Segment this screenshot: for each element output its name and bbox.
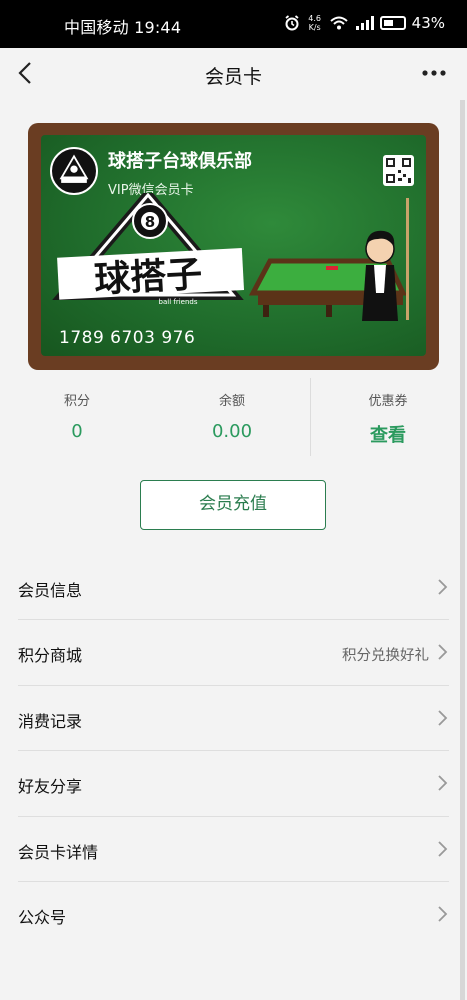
qr-code-icon[interactable] — [383, 155, 414, 186]
chevron-right-icon — [438, 579, 448, 595]
chevron-right-icon — [438, 906, 448, 922]
art-small-text: ball friends — [159, 298, 198, 306]
menu-item-points-mall[interactable]: 积分商城 积分兑换好礼 — [18, 620, 449, 686]
menu-item-label: 好友分享 — [18, 777, 83, 797]
menu-item-label: 会员信息 — [18, 581, 83, 600]
menu-item-note: 积分兑换好礼 — [342, 648, 429, 665]
club-logo-icon — [50, 147, 98, 195]
stat-balance-label: 余额 — [218, 394, 245, 409]
stat-balance-value: 0.00 — [211, 421, 253, 442]
recharge-button[interactable]: 会员充值 — [140, 480, 326, 530]
signal-icon — [355, 16, 374, 30]
card-number: 1789 6703 976 — [59, 328, 196, 348]
more-button[interactable] — [421, 60, 447, 86]
chevron-right-icon — [438, 775, 448, 791]
stat-coupons-link[interactable]: 查看 — [348, 421, 428, 447]
menu-item-label: 公众号 — [18, 907, 67, 927]
menu-item-card-details[interactable]: 会员卡详情 — [18, 817, 449, 882]
menu-item-official-account[interactable]: 公众号 — [18, 882, 449, 947]
svg-text:8: 8 — [145, 213, 155, 231]
chevron-right-icon — [438, 840, 448, 857]
member-stats: 积分 0 余额 0.00 优惠券 查看 — [0, 378, 467, 456]
battery-level: 43% — [411, 14, 445, 32]
menu-item-label: 积分商城 — [18, 646, 83, 666]
card-artwork: 8 球搭子 ball friends — [52, 193, 409, 321]
stat-balance[interactable]: 余额 0.00 — [192, 390, 272, 442]
stats-divider — [310, 378, 311, 456]
carrier-time: 中国移动 19:44 — [64, 18, 182, 37]
network-speed: 4.6 K/s — [308, 14, 322, 32]
battery-icon — [379, 16, 406, 30]
member-card[interactable]: 球搭子台球俱乐部 VIP微信会员卡 8 球搭子 ball friends 178… — [28, 123, 439, 370]
status-icons: 4.6 K/s 43% — [284, 14, 445, 32]
menu-item-label: 消费记录 — [18, 711, 83, 731]
stat-points-value: 0 — [71, 421, 83, 442]
stat-points-label: 积分 — [63, 394, 90, 409]
menu-item-label: 会员卡详情 — [18, 842, 99, 862]
stat-coupons[interactable]: 优惠券 查看 — [348, 390, 428, 447]
stat-points[interactable]: 积分 0 — [37, 390, 117, 442]
menu-item-member-info[interactable]: 会员信息 — [18, 555, 449, 621]
chevron-right-icon — [438, 644, 448, 661]
page-title: 会员卡 — [204, 66, 262, 88]
status-bar: 中国移动 19:44 4.6 K/s 43% — [0, 0, 467, 48]
wifi-icon — [329, 16, 348, 30]
art-lettering: 球搭子 — [93, 254, 203, 301]
alarm-icon — [285, 15, 299, 31]
stat-coupons-label: 优惠券 — [368, 394, 408, 409]
chevron-right-icon — [438, 710, 448, 726]
club-name: 球搭子台球俱乐部 — [108, 151, 252, 172]
menu-item-consumption-records[interactable]: 消费记录 — [18, 686, 449, 752]
nav-bar: 会员卡 — [0, 48, 467, 100]
menu-item-share-friends[interactable]: 好友分享 — [18, 751, 449, 817]
member-menu: 会员信息 积分商城 积分兑换好礼 消费记录 好友分享 会员卡详情 公众号 — [0, 555, 467, 947]
